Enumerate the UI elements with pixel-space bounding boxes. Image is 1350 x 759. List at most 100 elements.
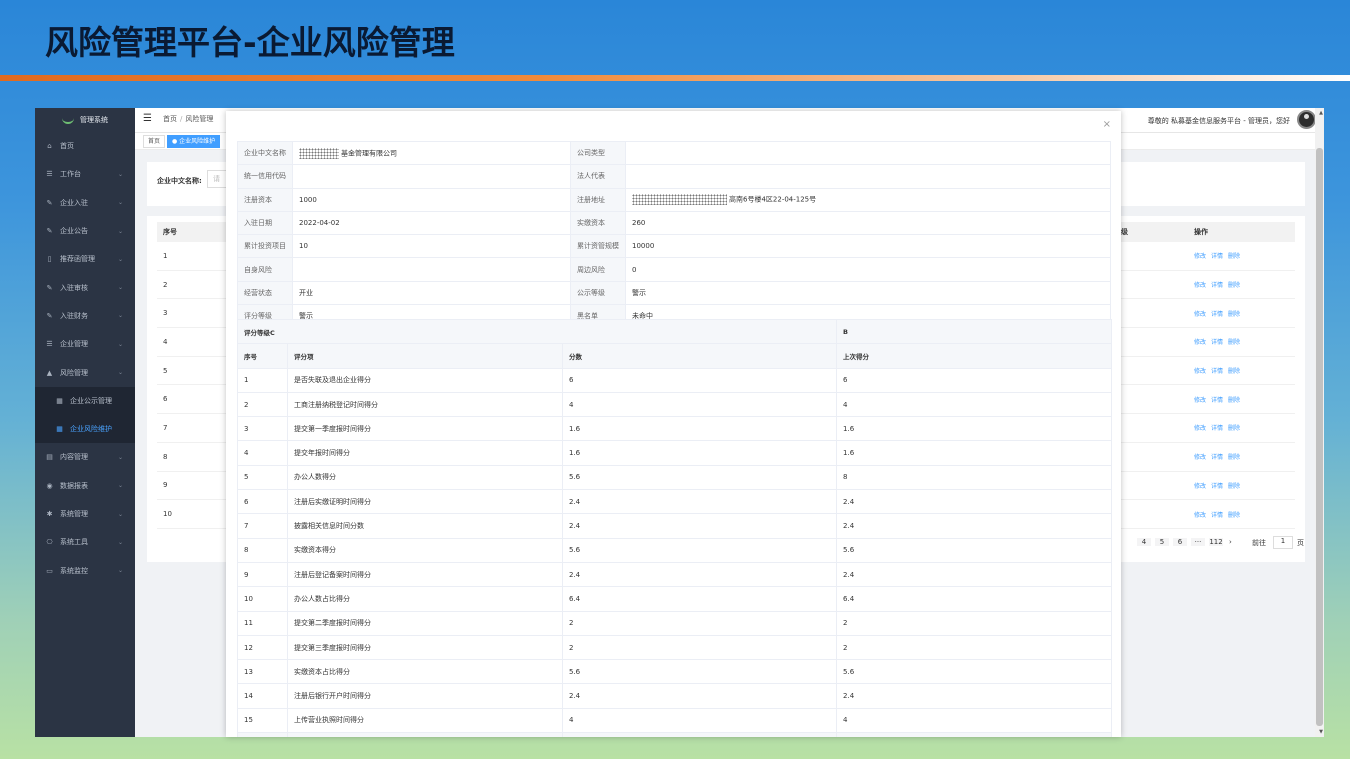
next-page-button[interactable]: › (1229, 538, 1232, 546)
tag-home[interactable]: 首页 (143, 135, 166, 148)
detail-button[interactable]: 详情 (1211, 512, 1223, 519)
score-cell-no: 7 (237, 513, 288, 539)
sidebar-item[interactable]: ✎ 入驻审核 ⌄ (35, 273, 135, 301)
edit-button[interactable]: 修改 (1194, 397, 1206, 404)
list-icon: ☰ (46, 170, 53, 179)
score-row: 2 工商注册纳税登记时间得分 4 4 (237, 391, 1113, 418)
score-cell-score: 5.6 (561, 464, 838, 491)
info-key: 注册地址 (570, 187, 626, 212)
delete-button[interactable]: 删除 (1228, 311, 1240, 318)
sidebar-item[interactable]: ✎ 企业入驻 ⌄ (35, 189, 135, 217)
score-cell-last: 2.4 (836, 561, 1113, 588)
detail-button[interactable]: 详情 (1211, 339, 1223, 346)
scrollbar-thumb[interactable] (1316, 148, 1323, 726)
close-icon[interactable]: × (1103, 119, 1111, 130)
score-cell-last: 2.4 (836, 683, 1113, 709)
sidebar-item-label: 入驻财务 (60, 311, 88, 320)
detail-button[interactable]: 详情 (1211, 368, 1223, 375)
chevron-down-icon: ⌄ (117, 340, 123, 348)
detail-button[interactable]: 详情 (1211, 282, 1223, 289)
score-cell-last: 1.6 (836, 440, 1113, 466)
score-cell-score: 6.4 (561, 586, 838, 612)
score-row: 1 是否失联及退出企业得分 6 6 (237, 367, 1113, 393)
score-cell-no: 6 (237, 489, 288, 515)
delete-button[interactable]: 删除 (1228, 282, 1240, 289)
breadcrumb-home[interactable]: 首页 (163, 115, 177, 123)
delete-button[interactable]: 删除 (1228, 253, 1240, 260)
detail-button[interactable]: 详情 (1211, 253, 1223, 260)
total-label: 合计 (237, 732, 288, 737)
detail-button[interactable]: 详情 (1211, 397, 1223, 404)
sidebar-item[interactable]: ✎ 企业公告 ⌄ (35, 217, 135, 245)
edit-button[interactable]: 修改 (1194, 282, 1206, 289)
edit-button[interactable]: 修改 (1194, 368, 1206, 375)
hamburger-icon[interactable]: ☰ (143, 113, 152, 124)
breadcrumb: 首页 / 风险管理 (163, 115, 214, 123)
page-button[interactable]: 5 (1155, 538, 1169, 546)
sidebar-item[interactable]: ▯ 推荐函管理 ⌄ (35, 245, 135, 273)
delete-button[interactable]: 删除 (1228, 425, 1240, 432)
edit-button[interactable]: 修改 (1194, 339, 1206, 346)
sidebar-item[interactable]: ▭ 系统监控 ⌄ (35, 556, 135, 584)
page-button[interactable]: 6 (1173, 538, 1187, 546)
page-button[interactable]: 4 (1137, 538, 1151, 546)
score-cell-score: 5.6 (561, 537, 838, 563)
sidebar-item[interactable]: ⌂ 首页 (35, 132, 135, 160)
detail-button[interactable]: 详情 (1211, 425, 1223, 432)
detail-button[interactable]: 详情 (1211, 454, 1223, 461)
sidebar: 管理系统 ⌂ 首页 ☰ 工作台 ⌄ ✎ 企业入驻 ⌄ ✎ 企业公告 ⌄ ▯ 推荐函管理 ⌄ ✎ 入驻审核 ⌄ ✎ 入… (35, 108, 135, 737)
monitor-icon: ▭ (46, 566, 53, 575)
sidebar-item-label: 系统监控 (60, 566, 88, 575)
info-value-text: 基金管理有限公司 (341, 149, 397, 158)
sidebar-item[interactable]: ✱ 系统管理 ⌄ (35, 500, 135, 528)
sidebar-item[interactable]: ⎔ 系统工具 ⌄ (35, 528, 135, 556)
logo-text: 管理系统 (80, 116, 108, 124)
scroll-up-icon[interactable]: ▲ (1319, 110, 1323, 116)
sidebar-item[interactable]: ▲ 风险管理 ⌄ (35, 358, 135, 386)
sidebar-item[interactable]: ▦ 企业风险维护 (35, 414, 135, 444)
page-scrollbar[interactable]: ▲ ▼ (1315, 108, 1324, 737)
delete-button[interactable]: 删除 (1228, 454, 1240, 461)
edit-button[interactable]: 修改 (1194, 483, 1206, 490)
sidebar-item[interactable]: ▤ 内容管理 ⌄ (35, 443, 135, 471)
delete-button[interactable]: 删除 (1228, 483, 1240, 490)
sidebar-item[interactable]: ◉ 数据报表 ⌄ (35, 472, 135, 500)
row-actions: 修改 详情 删除 (1188, 471, 1295, 501)
delete-button[interactable]: 删除 (1228, 512, 1240, 519)
score-cell-last: 1.6 (836, 416, 1113, 442)
score-grade-row: 评分等级C B (236, 318, 1113, 345)
row-number: 10 (157, 499, 199, 529)
sidebar-item[interactable]: ▦ 企业公示管理 (35, 386, 135, 415)
detail-button[interactable]: 详情 (1211, 483, 1223, 490)
row-number: 7 (157, 413, 199, 443)
score-row: 11 提交第二季度报时间得分 2 2 (237, 610, 1113, 636)
edit-button[interactable]: 修改 (1194, 454, 1206, 461)
tag-risk-maintenance[interactable]: ● 企业风险维护 (167, 135, 221, 148)
score-cell-no: 13 (237, 659, 288, 685)
delete-button[interactable]: 删除 (1228, 368, 1240, 375)
avatar[interactable] (1297, 110, 1316, 129)
sidebar-item[interactable]: ☰ 企业管理 ⌄ (35, 330, 135, 358)
scroll-down-icon[interactable]: ▼ (1319, 729, 1323, 735)
page-button[interactable]: ··· (1191, 538, 1205, 546)
edit-icon: ✎ (46, 227, 53, 236)
score-cell-score: 4 (561, 707, 838, 734)
row-actions: 修改 详情 删除 (1188, 242, 1295, 271)
edit-button[interactable]: 修改 (1194, 512, 1206, 519)
sidebar-item[interactable]: ☰ 工作台 ⌄ (35, 160, 135, 188)
edit-button[interactable]: 修改 (1194, 311, 1206, 318)
sidebar-item[interactable]: ✎ 入驻财务 ⌄ (35, 302, 135, 330)
col-header: 操作 (1188, 222, 1295, 242)
score-cell-score: 2.4 (561, 683, 838, 709)
delete-button[interactable]: 删除 (1228, 397, 1240, 404)
edit-button[interactable]: 修改 (1194, 253, 1206, 260)
page-button[interactable]: 112 (1209, 538, 1223, 546)
delete-button[interactable]: 删除 (1228, 339, 1240, 346)
sidebar-logo[interactable]: 管理系统 (35, 108, 135, 132)
score-row: 13 实缴资本占比得分 5.6 5.6 (237, 659, 1113, 685)
detail-button[interactable]: 详情 (1211, 311, 1223, 318)
info-row: 企业中文名称 基金管理有限公司 公司类型 (237, 140, 1111, 166)
row-number: 2 (157, 270, 199, 300)
edit-button[interactable]: 修改 (1194, 425, 1206, 432)
goto-page-input[interactable]: 1 (1273, 536, 1293, 549)
